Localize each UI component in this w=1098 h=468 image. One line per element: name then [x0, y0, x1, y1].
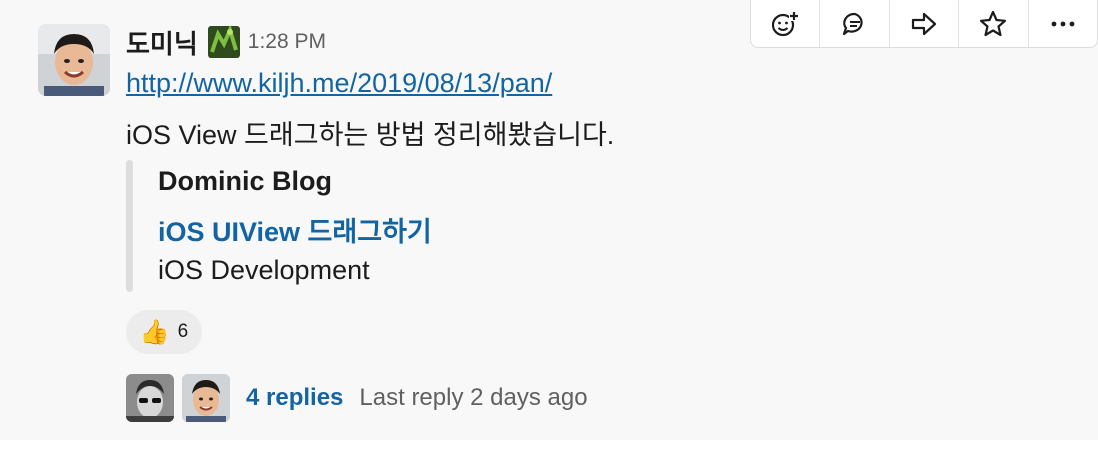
reply-in-thread-button[interactable] — [820, 0, 890, 47]
replies-count-link[interactable]: 4 replies — [246, 384, 343, 412]
sender-name[interactable]: 도미닉 — [126, 24, 198, 61]
reply-avatar — [126, 374, 174, 422]
thumbs-up-icon: 👍 — [139, 318, 170, 346]
add-reaction-icon — [772, 10, 800, 36]
message-actions-toolbar — [750, 0, 1098, 48]
sender-avatar[interactable] — [38, 24, 110, 96]
share-icon — [911, 12, 937, 35]
message-text: iOS View 드래그하는 방법 정리해봤습니다. — [126, 120, 615, 150]
more-actions-button[interactable] — [1029, 0, 1097, 47]
reaction-count: 6 — [177, 321, 189, 342]
message-container[interactable]: 도미닉 1:28 PM http://www.kiljh.me/2019/08/… — [0, 0, 1098, 440]
reply-avatar — [182, 374, 230, 422]
share-message-button[interactable] — [890, 0, 960, 47]
thread-summary[interactable]: 4 replies Last reply 2 days ago — [126, 374, 588, 422]
reply-in-thread-icon — [842, 12, 863, 35]
add-reaction-button[interactable] — [751, 0, 821, 47]
star-icon — [980, 10, 1007, 36]
status-emoji-icon — [207, 24, 240, 58]
attachment-border — [126, 160, 133, 292]
star-message-button[interactable] — [959, 0, 1029, 47]
attachment-site-name: Dominic Blog — [158, 166, 332, 196]
attachment-description: iOS Development — [158, 255, 370, 285]
attachment-title-link[interactable]: iOS UIView 드래그하기 — [158, 210, 432, 249]
last-reply-time: Last reply 2 days ago — [359, 384, 588, 411]
message-link[interactable]: http://www.kiljh.me/2019/08/13/pan/ — [126, 68, 552, 99]
reaction-thumbs-up[interactable]: 👍 6 — [126, 310, 202, 354]
message-timestamp[interactable]: 1:28 PM — [248, 30, 326, 54]
more-icon — [1051, 21, 1075, 26]
message-header: 도미닉 1:28 PM — [126, 24, 326, 60]
